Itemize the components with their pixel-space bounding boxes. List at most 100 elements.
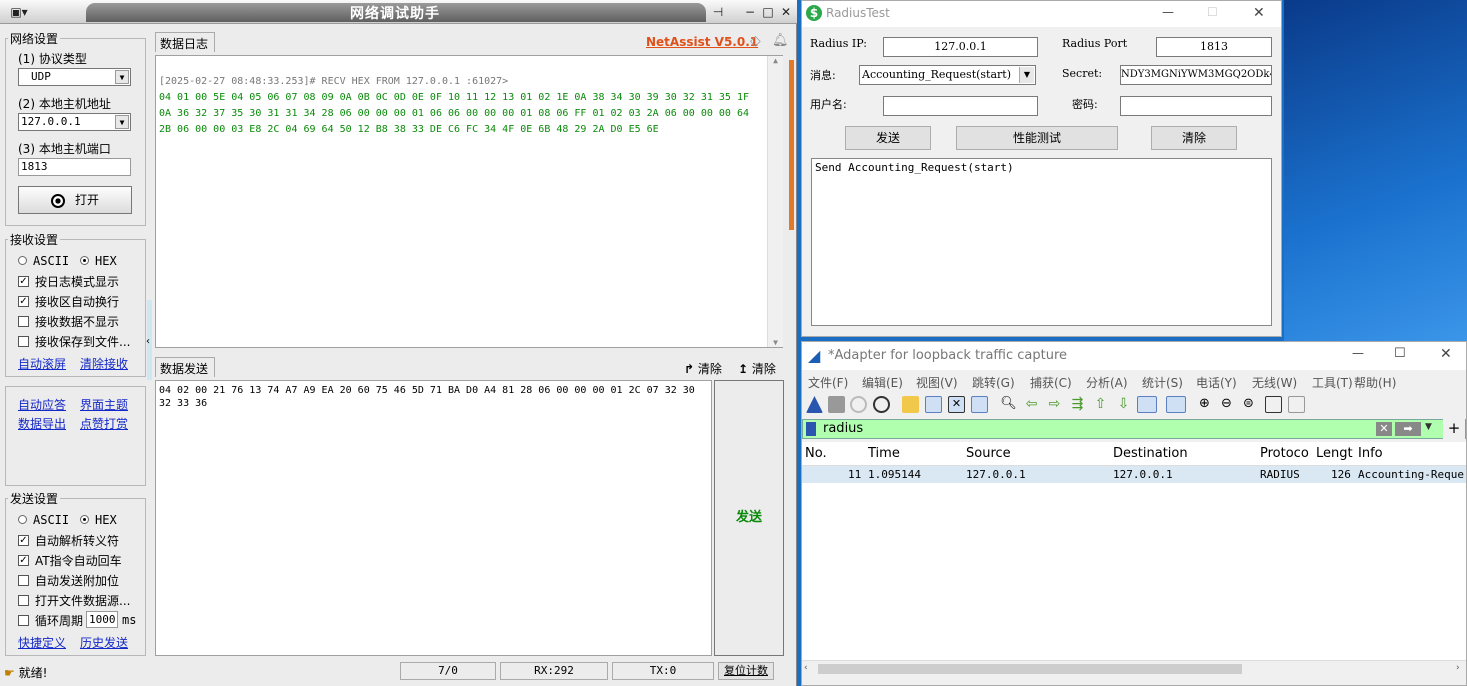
colorize-icon[interactable] [1166, 396, 1186, 413]
scrollbar-thumb[interactable] [818, 664, 1242, 674]
scroll-up-icon[interactable]: ▲ [768, 56, 783, 65]
zoom-in-icon[interactable]: ⊕ [1196, 396, 1213, 413]
msg-select[interactable]: Accounting_Request(start) ▼ [859, 65, 1036, 85]
export-link[interactable]: 数据导出 [18, 415, 66, 432]
expand-columns-icon[interactable] [1288, 396, 1305, 413]
brand-link[interactable]: NetAssist V5.0.1 [646, 35, 758, 49]
send-ascii-radio[interactable] [18, 515, 27, 524]
close-file-icon[interactable]: ✕ [948, 396, 965, 413]
send-button[interactable]: 发送 [714, 380, 784, 656]
scroll-right-icon[interactable]: › [1456, 663, 1460, 673]
menu-capture[interactable]: 捕获(C) [1030, 374, 1072, 391]
file-source-checkbox[interactable] [18, 595, 29, 606]
apply-filter-icon[interactable]: ➡ [1395, 422, 1421, 436]
capture-options-icon[interactable] [873, 396, 890, 413]
pass-input[interactable] [1120, 96, 1272, 116]
col-protocol[interactable]: Protoco [1260, 446, 1309, 461]
clear-send-button-2[interactable]: ↥ 清除 [738, 360, 776, 377]
save-file-checkbox[interactable] [18, 336, 29, 347]
col-length[interactable]: Lengt [1316, 446, 1353, 461]
display-filter-bar[interactable]: radius ✕ ➡ ▼ + [802, 419, 1466, 439]
send-input[interactable]: 04 02 00 21 76 13 74 A7 A9 EA 20 60 75 4… [155, 380, 712, 656]
save-file-icon[interactable] [925, 396, 942, 413]
go-to-packet-icon[interactable]: ⇶ [1069, 396, 1086, 413]
scroll-down-icon[interactable]: ▼ [768, 338, 783, 347]
minimize-icon[interactable]: − [742, 4, 758, 20]
auto-reply-link[interactable]: 自动应答 [18, 396, 66, 413]
col-source[interactable]: Source [966, 446, 1011, 461]
bookmark-icon[interactable] [806, 422, 816, 436]
radius-clear-button[interactable]: 清除 [1151, 126, 1237, 150]
auto-scroll-link[interactable]: 自动滚屏 [18, 355, 66, 372]
cycle-input[interactable]: 1000 [86, 611, 118, 628]
minimize-icon[interactable]: — [1352, 346, 1364, 360]
shortcut-link[interactable]: 快捷定义 [18, 634, 66, 651]
go-back-icon[interactable]: ⇦ [1023, 396, 1040, 413]
go-forward-icon[interactable]: ⇨ [1046, 396, 1063, 413]
cycle-checkbox[interactable] [18, 615, 29, 626]
find-packet-icon[interactable]: 🔍︎ [1000, 396, 1017, 413]
append-bit-checkbox[interactable] [18, 575, 29, 586]
close-icon[interactable]: ✕ [778, 4, 794, 20]
last-packet-icon[interactable]: ⇩ [1115, 396, 1132, 413]
send-hex-radio[interactable] [80, 515, 89, 524]
menu-telephony[interactable]: 电话(Y) [1196, 374, 1237, 391]
perf-test-button[interactable]: 性能测试 [956, 126, 1118, 150]
menu-tools[interactable]: 工具(T) [1312, 374, 1353, 391]
menu-go[interactable]: 跳转(G) [972, 374, 1015, 391]
autoscroll-icon[interactable] [1137, 396, 1157, 413]
stop-capture-icon[interactable] [828, 396, 845, 413]
menu-analyze[interactable]: 分析(A) [1086, 374, 1128, 391]
escape-checkbox[interactable]: ✓ [18, 535, 29, 546]
menu-view[interactable]: 视图(V) [916, 374, 958, 391]
reload-icon[interactable] [971, 396, 988, 413]
maximize-icon[interactable]: ☐ [1207, 5, 1218, 19]
col-time[interactable]: Time [868, 446, 900, 461]
pin-icon[interactable]: ⊣ [710, 4, 726, 20]
reset-count-button[interactable]: 复位计数 [718, 662, 774, 680]
scroll-left-icon[interactable]: ‹ [804, 663, 808, 673]
host-select[interactable]: 127.0.0.1 ▼ [18, 113, 131, 131]
open-button[interactable]: 打开 [18, 186, 132, 214]
recv-hex-radio[interactable] [80, 256, 89, 265]
radius-send-button[interactable]: 发送 [845, 126, 931, 150]
diamond-icon[interactable]: ◇ [750, 33, 761, 49]
open-file-icon[interactable] [902, 396, 919, 413]
history-link[interactable]: 历史发送 [80, 634, 128, 651]
menu-file[interactable]: 文件(F) [808, 374, 848, 391]
col-destination[interactable]: Destination [1113, 446, 1188, 461]
auto-wrap-checkbox[interactable]: ✓ [18, 296, 29, 307]
resize-columns-icon[interactable] [1265, 396, 1282, 413]
tab-log[interactable]: 数据日志 [155, 32, 215, 52]
recv-scrollbar[interactable]: ▲ ▼ [767, 56, 783, 347]
secret-input[interactable]: NDY3MGNiYWM3MGQ2ODk4ZmY= [1120, 65, 1272, 85]
tab-send[interactable]: 数据发送 [155, 357, 215, 377]
normal-size-icon[interactable]: ⊜ [1240, 396, 1257, 413]
restart-capture-icon[interactable] [850, 396, 867, 413]
recv-ascii-radio[interactable] [18, 256, 27, 265]
user-input[interactable] [883, 96, 1038, 116]
add-filter-icon[interactable]: + [1443, 419, 1465, 439]
close-icon[interactable]: ✕ [1440, 346, 1452, 362]
log-mode-checkbox[interactable]: ✓ [18, 276, 29, 287]
ip-input[interactable]: 127.0.0.1 [883, 37, 1038, 57]
protocol-select[interactable]: UDP ▼ [18, 68, 131, 86]
start-capture-icon[interactable] [806, 396, 823, 413]
hide-recv-checkbox[interactable] [18, 316, 29, 327]
at-cr-checkbox[interactable]: ✓ [18, 555, 29, 566]
menu-statistics[interactable]: 统计(S) [1142, 374, 1183, 391]
donate-link[interactable]: 点赞打赏 [80, 415, 128, 432]
recv-log-panel[interactable]: [2025-02-27 08:48:33.253]# RECV HEX FROM… [155, 55, 783, 348]
maximize-icon[interactable]: □ [760, 4, 776, 20]
filter-dropdown-icon[interactable]: ▼ [1425, 422, 1432, 432]
horizontal-scrollbar[interactable]: ‹ › [802, 660, 1466, 676]
col-info[interactable]: Info [1358, 446, 1383, 461]
close-icon[interactable]: ✕ [1253, 5, 1265, 21]
filter-input[interactable]: radius [823, 421, 863, 436]
clear-filter-icon[interactable]: ✕ [1376, 422, 1392, 436]
menu-help[interactable]: 帮助(H) [1354, 374, 1396, 391]
bell-icon[interactable]: 🔔︎ [772, 33, 789, 48]
first-packet-icon[interactable]: ⇧ [1092, 396, 1109, 413]
clear-recv-link[interactable]: 清除接收 [80, 355, 128, 372]
zoom-out-icon[interactable]: ⊖ [1218, 396, 1235, 413]
